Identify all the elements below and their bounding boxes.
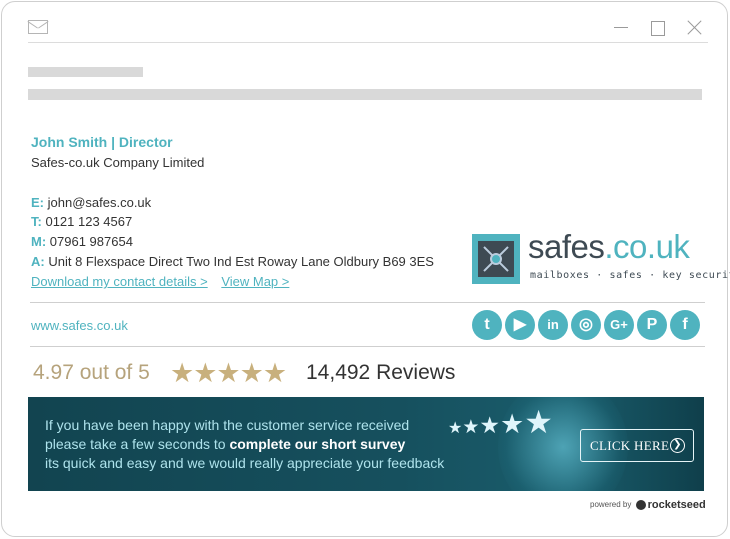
minimize-button[interactable] (612, 18, 630, 36)
title-bar (28, 16, 708, 43)
divider (30, 346, 705, 347)
banner-line-1: If you have been happy with the customer… (45, 417, 410, 433)
logo-word: safes (528, 228, 605, 265)
chevron-right-icon: ❯ (670, 438, 685, 453)
contact-address: A: Unit 8 Flexspace Direct Two Ind Est R… (31, 254, 434, 269)
review-stars-icon: ★★★★★ (170, 358, 287, 388)
google-plus-icon[interactable]: G+ (604, 310, 634, 340)
safe-dial-icon (472, 234, 520, 284)
powered-by[interactable]: powered by rocketseed (590, 499, 706, 511)
banner-line-2-prefix: please take a few seconds to (45, 436, 230, 452)
logo-wordmark: safes.co.uk (528, 228, 690, 266)
signature-links: Download my contact details > View Map > (31, 274, 289, 289)
review-score: 4.97 out of 5 (33, 361, 150, 384)
contact-address-value: Unit 8 Flexspace Direct Two Ind Est Rowa… (48, 254, 434, 269)
body-placeholder (28, 89, 702, 100)
linkedin-icon[interactable]: in (538, 310, 568, 340)
powered-by-label: powered by (590, 500, 632, 510)
subject-placeholder (28, 67, 143, 77)
instagram-icon[interactable]: ◎ (571, 310, 601, 340)
click-here-button[interactable]: CLICK HERE ❯ (580, 429, 694, 462)
contact-mobile: M: 07961 987654 (31, 234, 133, 249)
view-map-link[interactable]: View Map > (221, 274, 289, 289)
signature-name: John Smith | Director (31, 134, 173, 150)
logo-tagline: mailboxes · safes · key security (530, 270, 730, 281)
signature-company: Safes-co.uk Company Limited (31, 155, 205, 170)
rocketseed-icon (635, 500, 646, 510)
contact-mobile-value: 07961 987654 (49, 234, 133, 249)
contact-mobile-label: M: (31, 234, 47, 249)
envelope-icon (28, 20, 48, 34)
contact-address-label: A: (31, 254, 45, 269)
maximize-button[interactable] (648, 18, 666, 36)
banner-line-2: please take a few seconds to complete ou… (45, 436, 405, 452)
divider (30, 302, 705, 303)
banner-line-2-bold: complete our short survey (229, 436, 406, 452)
pinterest-icon[interactable]: P (637, 310, 667, 340)
banner-line-3: its quick and easy and we would really a… (45, 455, 445, 471)
logo-tld: .co.uk (604, 228, 690, 265)
download-contact-link[interactable]: Download my contact details > (31, 274, 208, 289)
click-here-label: CLICK HERE (590, 438, 670, 453)
contact-email-value[interactable]: john@safes.co.uk (48, 195, 152, 210)
contact-email[interactable]: E: john@safes.co.uk (31, 195, 151, 210)
youtube-icon[interactable]: ▶ (505, 310, 535, 340)
close-button[interactable] (685, 18, 703, 36)
powered-by-brand: rocketseed (647, 499, 706, 511)
facebook-icon[interactable]: f (670, 310, 700, 340)
website-link[interactable]: www.safes.co.uk (31, 318, 128, 333)
contact-telephone-label: T: (31, 214, 42, 229)
banner-stars-icon: ★★★★★ (448, 404, 553, 440)
contact-telephone: T: 0121 123 4567 (31, 214, 132, 229)
twitter-icon[interactable]: t (472, 310, 502, 340)
contact-telephone-value: 0121 123 4567 (45, 214, 133, 229)
survey-banner[interactable]: ★★★★★ If you have been happy with the cu… (28, 397, 704, 491)
safes-logo[interactable]: safes.co.uk mailboxes · safes · key secu… (472, 228, 730, 286)
contact-email-label: E: (31, 195, 44, 210)
review-count[interactable]: 14,492 Reviews (306, 361, 455, 385)
